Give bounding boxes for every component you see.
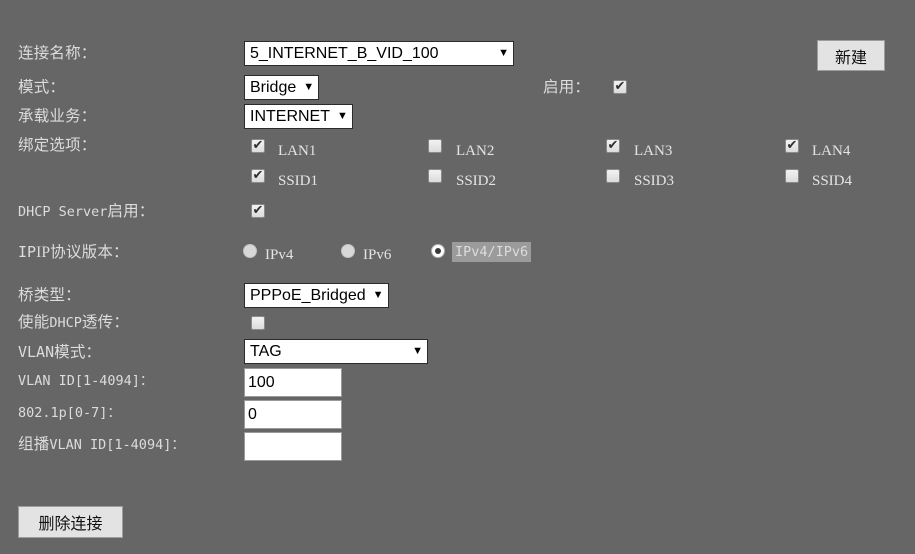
- vlan-mode-label: VLAN模式：: [18, 339, 101, 366]
- ip-version-label-ipv4-ipv6: IPv4/IPv6: [452, 242, 532, 262]
- ip-version-radio-ipv4-ipv6[interactable]: [431, 244, 445, 258]
- row-ip-version: IPIP协议版本： IPv4 IPv6 IPv4/IPv6: [0, 239, 915, 267]
- vlan-id-input[interactable]: 100: [244, 368, 342, 397]
- dhcp-transparent-label: 使能DHCP透传：: [18, 310, 129, 336]
- chevron-down-icon: ▼: [498, 47, 509, 59]
- row-dhcp-server: DHCP Server启用：: [0, 199, 915, 227]
- bridge-type-label: 桥类型：: [18, 287, 81, 304]
- chevron-down-icon: ▼: [303, 81, 315, 93]
- vlan-id-label-mono: VLAN ID[1-4094]：: [18, 373, 154, 389]
- mcast-vlan-id-label: 组播VLAN ID[1-4094]：: [18, 432, 185, 458]
- enable-label: 启用：: [543, 79, 591, 96]
- bridge-type-select-value: PPPoE_Bridged: [250, 287, 366, 304]
- dhcp-server-label-cn: 启用：: [107, 203, 155, 220]
- dot1p-label-mono: 802.1p[0-7]：: [18, 405, 121, 421]
- binding-checkbox-ssid4[interactable]: [785, 169, 799, 183]
- vlan-id-label: VLAN ID[1-4094]：: [18, 368, 153, 394]
- mode-select-value: Bridge: [250, 79, 297, 96]
- binding-checkbox-ssid2[interactable]: [428, 169, 442, 183]
- binding-checkbox-lan4[interactable]: [785, 136, 799, 155]
- binding-checkbox-lan1[interactable]: [251, 136, 265, 155]
- row-connection-name: 连接名称： 5_INTERNET_B_VID_100 ▼: [0, 41, 915, 69]
- chevron-down-icon: ▼: [337, 110, 348, 122]
- row-vlan-id: VLAN ID[1-4094]： 100: [0, 368, 915, 397]
- connection-name-label: 连接名称：: [18, 45, 97, 62]
- service-label: 承载业务：: [18, 108, 97, 125]
- binding-checkbox-lan3[interactable]: [606, 136, 620, 155]
- service-select-value: INTERNET: [250, 108, 330, 125]
- binding-label-lan3: LAN3: [634, 143, 673, 159]
- router-wan-connection-form: 新建 连接名称： 5_INTERNET_B_VID_100 ▼ 模式： Brid…: [0, 0, 915, 554]
- ip-version-label-ipv6: IPv6: [363, 247, 392, 263]
- row-binding-lan: 绑定选项： LAN1 LAN2 LAN3 LAN4: [0, 133, 915, 161]
- binding-label-ssid3: SSID3: [634, 173, 675, 189]
- connection-name-select-value: 5_INTERNET_B_VID_100: [250, 45, 439, 62]
- chevron-down-icon: ▼: [412, 345, 423, 357]
- binding-label-ssid1: SSID1: [278, 173, 319, 189]
- dot1p-input[interactable]: 0: [244, 400, 342, 429]
- connection-name-select[interactable]: 5_INTERNET_B_VID_100 ▼: [244, 41, 514, 66]
- ip-version-label-cn: IP协议版本：: [36, 244, 129, 261]
- dhcp-transparent-label-cn1: 使能: [18, 314, 50, 331]
- row-vlan-mode: VLAN模式： TAG ▼: [0, 339, 915, 367]
- binding-label-lan2: LAN2: [456, 143, 495, 159]
- row-binding-ssid: SSID1 SSID2 SSID3 SSID4: [0, 163, 915, 191]
- vlan-mode-select-value: TAG: [250, 343, 282, 360]
- row-mcast-vlan-id: 组播VLAN ID[1-4094]：: [0, 432, 915, 461]
- row-mode: 模式： Bridge ▼ 启用：: [0, 75, 915, 103]
- binding-checkbox-ssid3[interactable]: [606, 169, 620, 183]
- mcast-vlan-id-label-mono: VLAN ID[1-4094]：: [49, 437, 185, 453]
- binding-label-ssid4: SSID4: [812, 173, 853, 189]
- dhcp-server-label: DHCP Server启用：: [18, 199, 155, 225]
- chevron-down-icon: ▼: [372, 289, 384, 301]
- dhcp-server-checkbox[interactable]: [251, 201, 265, 220]
- row-service: 承载业务： INTERNET ▼: [0, 104, 915, 132]
- delete-connection-button[interactable]: 删除连接: [18, 506, 123, 538]
- binding-label: 绑定选项：: [18, 137, 97, 154]
- binding-label-lan1: LAN1: [278, 143, 317, 159]
- ip-version-label: IPIP协议版本：: [18, 243, 129, 261]
- dhcp-transparent-label-mono: DHCP: [49, 315, 82, 331]
- vlan-mode-label-cn: 模式：: [54, 344, 102, 361]
- service-select[interactable]: INTERNET ▼: [244, 104, 353, 129]
- binding-checkbox-ssid1[interactable]: [251, 166, 265, 185]
- mode-select[interactable]: Bridge ▼: [244, 75, 320, 100]
- binding-label-lan4: LAN4: [812, 143, 851, 159]
- vlan-mode-select[interactable]: TAG ▼: [244, 339, 428, 364]
- row-dot1p: 802.1p[0-7]： 0: [0, 400, 915, 429]
- dhcp-transparent-label-cn2: 透传：: [81, 314, 130, 331]
- bridge-type-select[interactable]: PPPoE_Bridged ▼: [244, 283, 389, 308]
- dot1p-label: 802.1p[0-7]：: [18, 400, 121, 426]
- ip-version-radio-ipv6[interactable]: [341, 244, 355, 258]
- dhcp-transparent-checkbox[interactable]: [251, 316, 265, 330]
- dhcp-server-label-mono: DHCP Server: [18, 204, 108, 220]
- enable-checkbox[interactable]: [613, 77, 627, 96]
- mcast-vlan-id-label-cn: 组播: [18, 436, 50, 453]
- ip-version-label-ipv4: IPv4: [265, 247, 294, 263]
- mode-label: 模式：: [18, 79, 66, 96]
- vlan-mode-label-mono: VLAN: [18, 343, 55, 361]
- binding-checkbox-lan2[interactable]: [428, 139, 442, 153]
- binding-label-ssid2: SSID2: [456, 173, 497, 189]
- row-bridge-type: 桥类型： PPPoE_Bridged ▼: [0, 283, 915, 311]
- mcast-vlan-id-input[interactable]: [244, 432, 342, 461]
- ip-version-radio-ipv4[interactable]: [243, 244, 257, 258]
- row-dhcp-transparent: 使能DHCP透传：: [0, 310, 915, 338]
